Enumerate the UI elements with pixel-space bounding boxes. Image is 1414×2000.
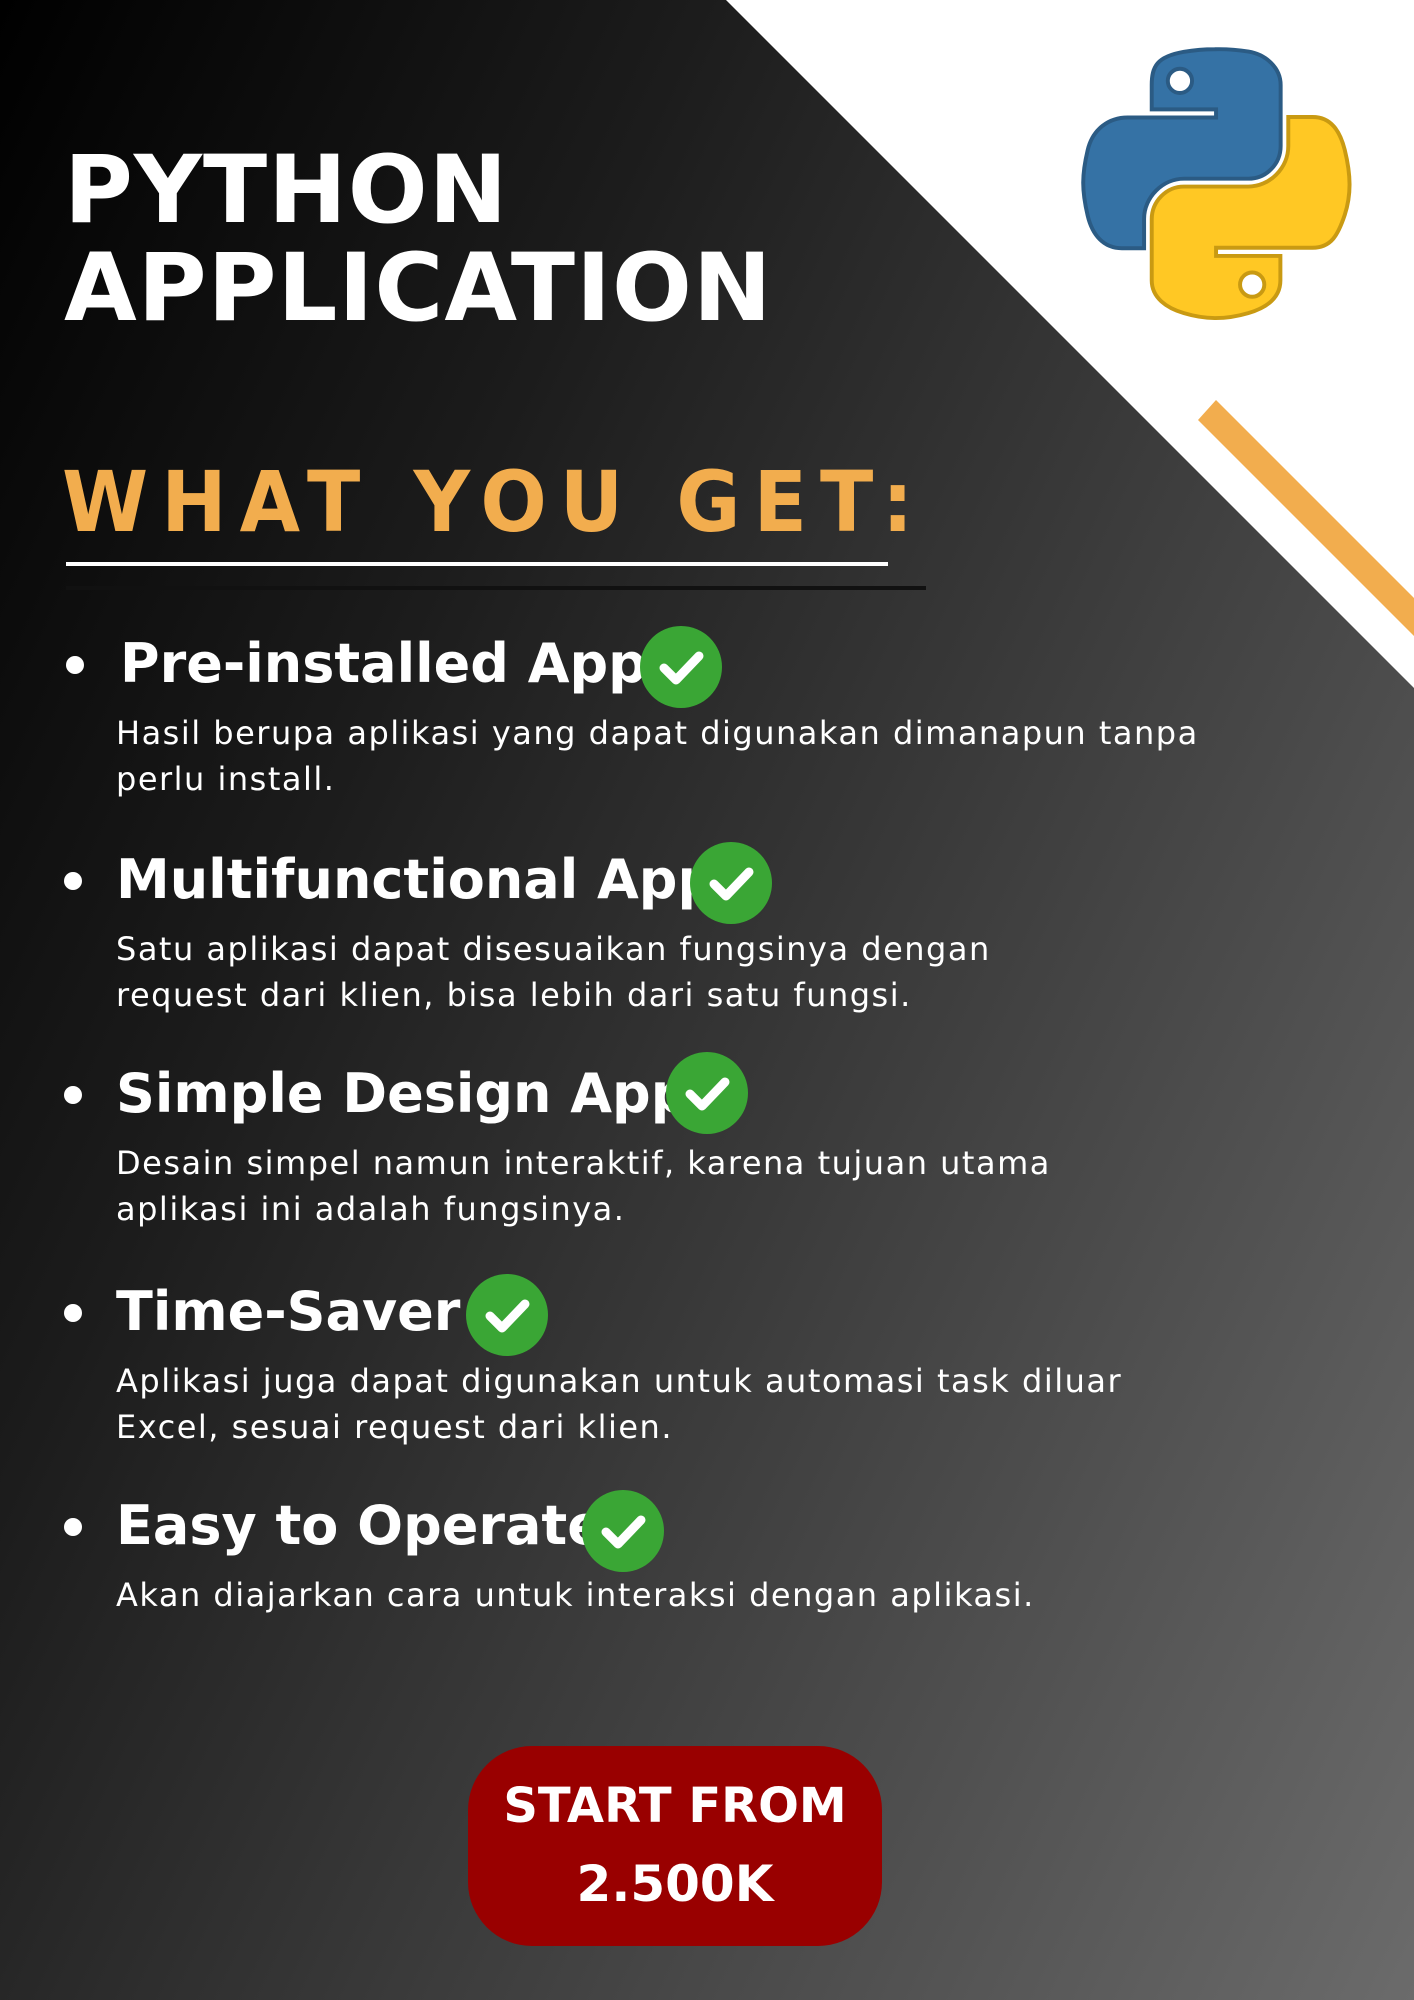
feature-description: Satu aplikasi dapat disesuaikan fungsiny… [116,930,991,1014]
bullet-icon [64,1304,82,1322]
feature-title: Time-Saver [116,1280,461,1343]
check-circle-icon [466,1274,548,1356]
poster: PYTHON APPLICATION WHAT YOU GET: Pre-ins… [0,0,1414,2000]
title-line-2: APPLICATION [64,234,773,343]
check-circle-icon [640,626,722,708]
feature-description: Desain simpel namun interaktif, karena t… [116,1144,1051,1228]
cta-price: 2.500K [576,1855,774,1913]
feature-description: Aplikasi juga dapat digunakan untuk auto… [116,1362,1123,1446]
title-line-1: PYTHON [64,136,509,245]
feature-title: Pre-installed App [120,632,647,695]
python-logo-icon [1081,47,1352,321]
bullet-icon [64,872,82,890]
section-heading: WHAT YOU GET: [62,453,927,551]
feature-description: Akan diajarkan cara untuk interaksi deng… [116,1576,1035,1614]
bullet-icon [64,1086,82,1104]
feature-title: Multifunctional App [116,848,717,911]
feature-title: Simple Design App [116,1062,690,1125]
bullet-icon [64,1518,82,1536]
bullet-icon [66,656,84,674]
start-from-price-button[interactable]: START FROM 2.500K [468,1746,882,1946]
heading-underline-shadow [66,586,926,590]
heading-underline [66,562,888,566]
feature-title: Easy to Operate [116,1494,604,1557]
check-circle-icon [690,842,772,924]
cta-label: START FROM [503,1778,847,1834]
check-circle-icon [582,1490,664,1572]
check-circle-icon [666,1052,748,1134]
feature-description: Hasil berupa aplikasi yang dapat digunak… [116,714,1199,798]
page-title: PYTHON APPLICATION [64,142,773,338]
